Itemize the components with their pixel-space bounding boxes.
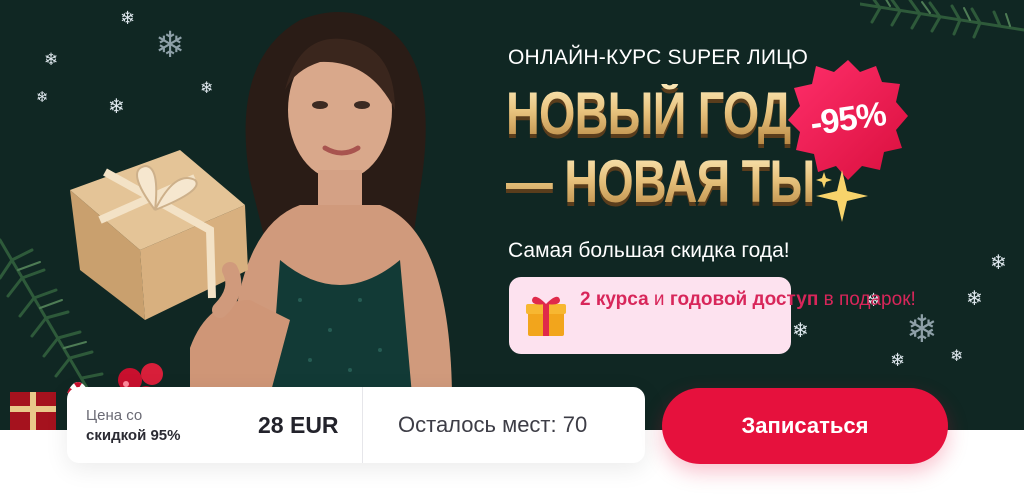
price-value: 28 EUR (258, 412, 339, 438)
promo-text-1: и (648, 289, 670, 310)
snowflake-icon: ❄ (108, 94, 125, 118)
offer-card-divider (362, 387, 363, 463)
subtitle: Самая большая скидка года! (508, 239, 790, 262)
snowflake-icon: ❄ (906, 307, 938, 351)
promo-text: 2 курса и годовой доступ в подарок! (580, 287, 916, 313)
snowflake-icon: ❄ (36, 88, 49, 106)
headline-line-1: НОВЫЙ ГОД (506, 80, 791, 147)
gift-box-photo (70, 150, 248, 320)
headline-line-2: — НОВАЯ ТЫ (506, 148, 815, 215)
pine-branch-top-right (860, 0, 1024, 39)
snowflake-icon: ❄ (155, 25, 186, 66)
snowflake-icon: ❄ (890, 350, 906, 371)
snowflake-icon: ❄ (44, 50, 59, 70)
promo-bold-2: годовой доступ (669, 289, 819, 310)
promo-text-2: в подарок! (818, 289, 916, 310)
snowflake-icon: ❄ (990, 250, 1007, 274)
seats-remaining: Осталось мест: 70 (398, 412, 588, 437)
sparkle-icon (816, 170, 868, 222)
hero-banner: ❄ ❄ ❄ ❄ ❄ ❄ ❄ ❄ ❄ ❄ ❄ ❄ ❄ ОНЛАЙН-КУРС SU… (0, 0, 1024, 430)
course-eyebrow: ОНЛАЙН-КУРС SUPER ЛИЦО (508, 46, 808, 69)
snowflake-icon: ❄ (966, 286, 983, 310)
price-label-line-1: Цена со (86, 407, 143, 424)
price-label-line-2: скидкой 95% (86, 427, 181, 444)
promo-bold-1: 2 курса (580, 289, 649, 310)
snowflake-icon: ❄ (950, 346, 964, 365)
snowflake-icon: ❄ (120, 8, 136, 29)
gift-icon (526, 296, 566, 336)
snowflake-icon: ❄ (792, 318, 809, 342)
signup-button[interactable]: Записаться (662, 388, 948, 464)
price-label: Цена со скидкой 95% (86, 406, 180, 446)
